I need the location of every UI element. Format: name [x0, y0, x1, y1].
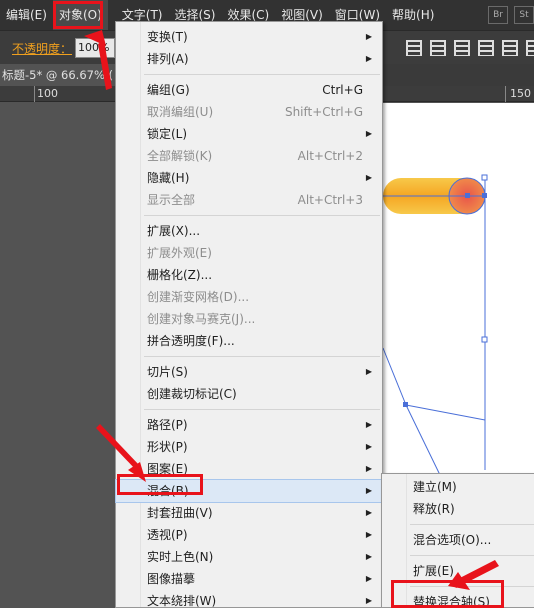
- arrow-to-blend-icon: [96, 424, 146, 482]
- annotation-arrows: [84, 30, 499, 590]
- arrow-to-object-menu-icon: [84, 30, 112, 90]
- arrow-to-replace-spine-icon: [448, 560, 499, 590]
